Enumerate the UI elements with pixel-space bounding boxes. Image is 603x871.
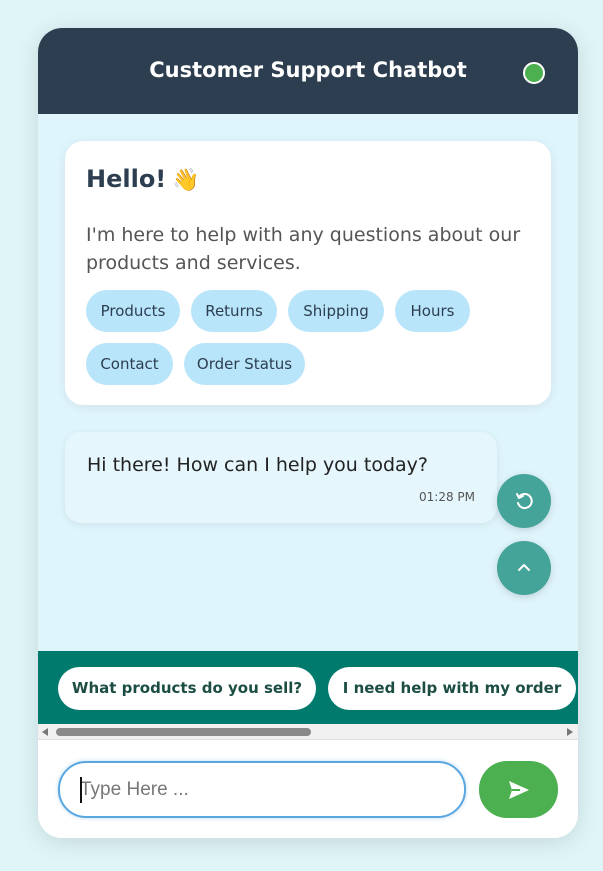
message-input[interactable] [58,761,466,818]
refresh-icon [516,493,533,510]
topic-chip-returns[interactable]: Returns [191,290,277,332]
horizontal-scrollbar[interactable] [38,724,578,740]
scroll-right-icon[interactable] [567,728,573,736]
welcome-card: Hello! 👋 I'm here to help with any questi… [65,141,551,405]
chat-window: Customer Support Chatbot Hello! 👋 I'm her… [38,28,578,838]
welcome-title-text: Hello! [86,165,167,193]
scroll-to-top-button[interactable] [497,541,551,595]
chevron-up-icon [518,564,530,571]
topic-chip-contact[interactable]: Contact [86,343,173,385]
send-icon [508,780,529,799]
waving-hand-icon: 👋 [172,168,200,193]
refresh-button[interactable] [497,474,551,528]
send-button[interactable] [479,761,558,818]
topic-chip-order-status[interactable]: Order Status [184,343,305,385]
quick-replies-bar: What products do you sell? I need help w… [38,651,578,724]
bot-message-bubble: Hi there! How can I help you today? 01:2… [65,432,497,523]
chat-title: Customer Support Chatbot [149,58,467,82]
topic-chip-hours[interactable]: Hours [395,290,470,332]
chat-header: Customer Support Chatbot [38,28,578,114]
welcome-message: I'm here to help with any questions abou… [86,224,521,274]
topic-chip-products[interactable]: Products [86,290,180,332]
quick-reply-products[interactable]: What products do you sell? [58,667,316,710]
message-text: Hi there! How can I help you today? [87,454,428,476]
message-timestamp: 01:28 PM [419,490,475,504]
message-area[interactable]: Hello! 👋 I'm here to help with any questi… [38,114,578,651]
welcome-heading: Hello! 👋 [86,165,200,193]
scroll-left-icon[interactable] [42,728,48,736]
quick-reply-order-help[interactable]: I need help with my order [328,667,576,710]
scrollbar-thumb[interactable] [56,728,311,736]
online-status-indicator [523,62,545,84]
text-cursor [80,777,82,803]
input-area [38,740,578,838]
topic-chip-shipping[interactable]: Shipping [288,290,384,332]
